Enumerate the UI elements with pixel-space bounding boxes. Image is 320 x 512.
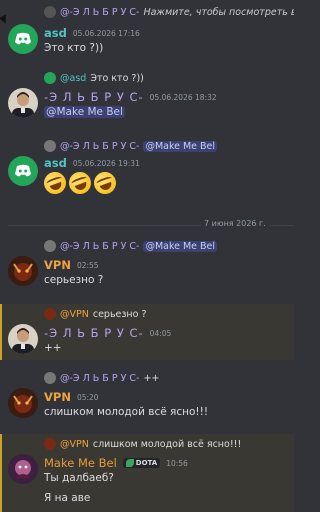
user-mention[interactable]: @Make Me Bel	[143, 240, 218, 252]
message-text: Ты далбаеб?	[44, 472, 114, 484]
reply-avatar	[44, 438, 56, 450]
reply-author: @VPN	[60, 308, 89, 320]
date-divider-label: 7 июня 2026 г.	[200, 219, 270, 228]
avatar[interactable]	[8, 454, 38, 484]
user-mention[interactable]: @Make Me Bel	[44, 106, 125, 118]
message-text: Это кто ?))	[44, 42, 104, 54]
discord-logo-icon	[15, 32, 31, 45]
reply-text: ++	[143, 372, 160, 384]
avatar[interactable]	[8, 256, 38, 286]
reply-preview[interactable]: @VPN слишком молодой всё ясно!!!	[44, 436, 294, 452]
author-name[interactable]: VPN	[44, 390, 71, 404]
reply-author: @-Э Л Ь Б Р У С-	[60, 372, 140, 384]
message-item[interactable]: @asd Это кто ?)) -Э Л Ь Б Р У С- 05.06.2…	[0, 70, 294, 128]
timestamp: 05.06.2026 18:32	[149, 92, 217, 102]
message-text: ++	[44, 342, 62, 354]
reply-avatar	[44, 6, 56, 18]
avatar[interactable]	[8, 156, 38, 186]
message-text: серьезно ?	[44, 274, 104, 286]
hero-avatar-icon	[8, 454, 38, 484]
demon-avatar-icon	[8, 256, 38, 286]
author-name[interactable]: -Э Л Ь Б Р У С-	[44, 90, 144, 104]
reply-avatar	[44, 240, 56, 252]
emoji-row	[40, 168, 120, 198]
reply-text: слишком молодой всё ясно!!!	[92, 438, 242, 450]
timestamp: 05.06.2026 17:16	[72, 28, 140, 38]
reply-avatar	[44, 308, 56, 320]
reply-avatar	[44, 372, 56, 384]
reply-preview[interactable]: @-Э Л Ь Б Р У С- @Make Me Bel	[44, 138, 294, 154]
message-text: Я на аве	[44, 492, 91, 504]
rofl-emoji-icon	[65, 168, 95, 198]
reply-author: @-Э Л Ь Б Р У С-	[60, 240, 140, 252]
timestamp: 05:20	[76, 392, 99, 402]
message-item-highlighted[interactable]: @VPN серьезно ? -Э Л Ь Б Р У С- 04:05 ++	[0, 304, 294, 360]
timestamp: 04:05	[149, 328, 172, 338]
reply-author: @-Э Л Ь Б Р У С-	[60, 140, 140, 152]
rofl-emoji-icon	[90, 168, 120, 198]
message-item[interactable]: @-Э Л Ь Б Р У С- @Make Me Bel asd 05.06.…	[0, 138, 294, 208]
message-item[interactable]: @-Э Л Ь Б Р У С- Нажмите, чтобы посмотре…	[0, 4, 294, 60]
demon-avatar-icon	[8, 388, 38, 418]
reply-text: Нажмите, чтобы посмотреть вложение	[143, 6, 294, 18]
message-item-highlighted[interactable]: @VPN слишком молодой всё ясно!!! Make Me…	[0, 434, 294, 512]
author-name[interactable]: -Э Л Ь Б Р У С-	[44, 326, 144, 340]
avatar[interactable]	[8, 88, 38, 118]
reply-author: @-Э Л Ь Б Р У С-	[60, 6, 140, 18]
timestamp: 10:56	[166, 458, 188, 468]
person-photo-icon	[12, 328, 34, 354]
rofl-emoji-icon	[40, 168, 70, 198]
avatar[interactable]	[8, 24, 38, 54]
reply-preview[interactable]: @asd Это кто ?))	[44, 70, 294, 86]
timestamp: 02:55	[76, 260, 99, 270]
avatar[interactable]	[8, 324, 38, 354]
author-name[interactable]: asd	[44, 156, 67, 170]
user-mention[interactable]: @Make Me Bel	[143, 140, 218, 152]
reply-text: серьезно ?	[92, 308, 147, 320]
author-name[interactable]: Make Me Bel	[44, 456, 117, 470]
author-name[interactable]: asd	[44, 26, 67, 40]
timestamp: 05.06.2026 19:31	[72, 158, 140, 168]
discord-logo-icon	[15, 164, 31, 177]
reply-preview[interactable]: @-Э Л Ь Б Р У С- @Make Me Bel	[44, 238, 294, 254]
reply-author: @asd	[60, 72, 87, 84]
reply-preview[interactable]: @VPN серьезно ?	[44, 306, 294, 322]
avatar[interactable]	[8, 388, 38, 418]
reply-avatar	[44, 72, 56, 84]
server-tag-badge[interactable]: DOTA	[122, 458, 161, 468]
message-text: слишком молодой всё ясно!!!	[44, 406, 209, 418]
person-photo-icon	[12, 92, 34, 118]
reply-preview[interactable]: @-Э Л Ь Б Р У С- ++	[44, 370, 294, 386]
reply-author: @VPN	[60, 438, 89, 450]
author-name[interactable]: VPN	[44, 258, 71, 272]
message-item[interactable]: @-Э Л Ь Б Р У С- ++ VPN 05:20 слишком мо…	[0, 370, 294, 426]
leaf-icon	[125, 459, 134, 467]
reply-text: Это кто ?))	[90, 72, 144, 84]
reply-avatar	[44, 140, 56, 152]
reply-preview[interactable]: @-Э Л Ь Б Р У С- Нажмите, чтобы посмотре…	[44, 4, 294, 20]
message-item[interactable]: @-Э Л Ь Б Р У С- @Make Me Bel VPN 02:55 …	[0, 238, 294, 298]
